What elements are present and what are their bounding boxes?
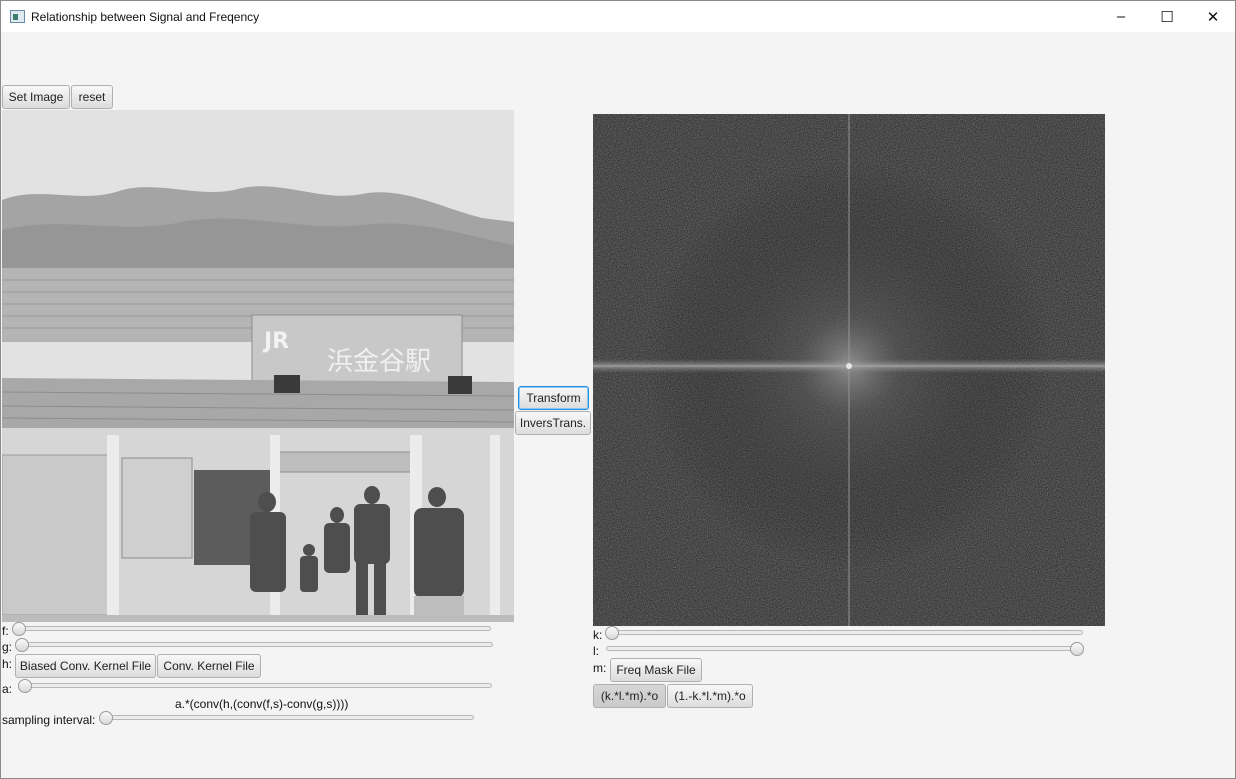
- f-label: f:: [2, 624, 9, 638]
- source-image: JR 浜金谷駅: [2, 110, 514, 622]
- window-title: Relationship between Signal and Freqency: [31, 10, 260, 24]
- slider-track: [106, 715, 474, 720]
- g-slider[interactable]: [15, 638, 493, 652]
- close-button[interactable]: ✕: [1190, 1, 1236, 32]
- app-icon: [10, 10, 25, 23]
- a-slider[interactable]: [18, 679, 492, 693]
- freq-mask-file-button[interactable]: Freq Mask File: [610, 658, 702, 682]
- l-label: l:: [593, 644, 599, 658]
- sampling-interval-label: sampling interval:: [2, 713, 96, 727]
- a-label: a:: [2, 682, 13, 696]
- slider-track: [19, 626, 491, 631]
- k-slider[interactable]: [605, 626, 1083, 640]
- set-image-button[interactable]: Set Image: [2, 85, 70, 109]
- slider-thumb[interactable]: [12, 622, 26, 636]
- slider-thumb[interactable]: [15, 638, 29, 652]
- title-bar[interactable]: Relationship between Signal and Freqency…: [1, 1, 1235, 32]
- frequency-spectrum-image: [593, 114, 1105, 626]
- slider-thumb[interactable]: [18, 679, 32, 693]
- maximize-button[interactable]: ☐: [1144, 1, 1190, 32]
- slider-track: [25, 683, 492, 688]
- k-label: k:: [593, 628, 603, 642]
- biased-conv-kernel-file-button[interactable]: Biased Conv. Kernel File: [15, 654, 156, 678]
- station-photo-image: JR 浜金谷駅: [2, 110, 514, 622]
- l-slider[interactable]: [606, 642, 1084, 656]
- inverse-transform-button[interactable]: InversTrans.: [515, 411, 591, 435]
- app-window: Relationship between Signal and Freqency…: [0, 0, 1236, 779]
- formula-label: a.*(conv(h,(conv(f,s)-conv(g,s)))): [175, 697, 349, 711]
- transform-button[interactable]: Transform: [518, 386, 589, 410]
- h-label: h:: [2, 657, 13, 671]
- slider-thumb[interactable]: [99, 711, 113, 725]
- m-label: m:: [593, 661, 607, 675]
- svg-text:浜金谷駅: 浜金谷駅: [327, 347, 431, 377]
- mode-one-minus-k-l-m-toggle[interactable]: (1.-k.*l.*m).*o: [667, 684, 753, 708]
- sampling-interval-slider[interactable]: [99, 711, 474, 725]
- slider-thumb[interactable]: [605, 626, 619, 640]
- minimize-button[interactable]: –: [1098, 1, 1144, 32]
- svg-text:JR: JR: [262, 329, 289, 354]
- f-slider[interactable]: [12, 622, 491, 636]
- conv-kernel-file-button[interactable]: Conv. Kernel File: [157, 654, 261, 678]
- reset-button[interactable]: reset: [71, 85, 113, 109]
- g-label: g:: [2, 640, 13, 654]
- mode-k-l-m-toggle[interactable]: (k.*l.*m).*o: [593, 684, 666, 708]
- slider-track: [22, 642, 493, 647]
- slider-track: [612, 630, 1083, 635]
- spectrum-image: [593, 114, 1105, 626]
- slider-thumb[interactable]: [1070, 642, 1084, 656]
- slider-track: [606, 646, 1077, 651]
